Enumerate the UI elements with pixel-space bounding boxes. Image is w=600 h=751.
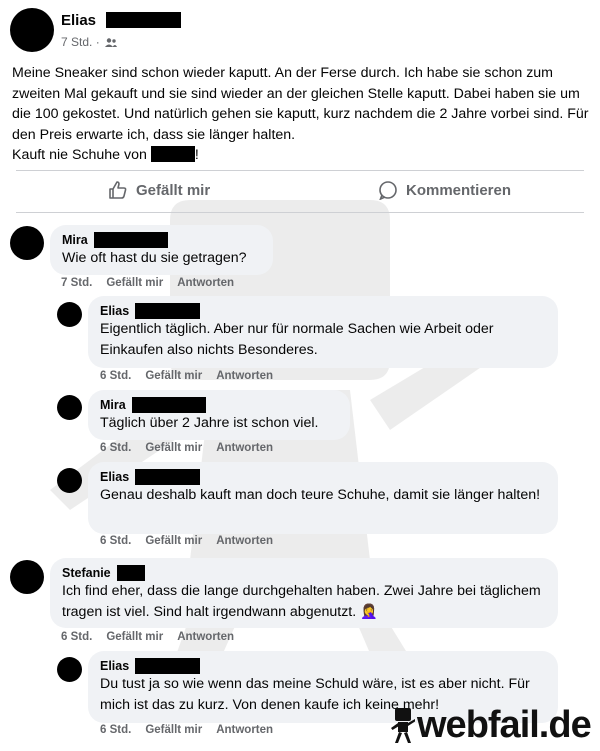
comment-text: Wie oft hast du sie getragen?: [62, 250, 247, 266]
redacted-brand: [150, 145, 195, 162]
reply-like-link[interactable]: Gefällt mir: [145, 442, 202, 454]
reply-reply-link[interactable]: Antworten: [216, 442, 273, 454]
comment-avatar[interactable]: [10, 560, 44, 594]
comment-like-link[interactable]: Gefällt mir: [106, 277, 163, 289]
reply-reply-link[interactable]: Antworten: [216, 724, 273, 736]
comment-text: Ich find eher, dass die lange durchgehal…: [62, 583, 541, 620]
like-button[interactable]: Gefällt mir: [108, 180, 210, 200]
comment-time[interactable]: 7 Std.: [61, 277, 92, 289]
reply-time[interactable]: 6 Std.: [100, 724, 131, 736]
reply-reply-link[interactable]: Antworten: [216, 370, 273, 382]
redacted-surname: [135, 303, 201, 319]
comment-reply-link[interactable]: Antworten: [177, 277, 234, 289]
comment-bubble-icon: [379, 181, 397, 200]
post-action-bar: Gefällt mir Kommentieren: [16, 170, 584, 213]
reply-avatar[interactable]: [57, 468, 82, 493]
reply-time[interactable]: 6 Std.: [100, 535, 131, 547]
reply-author[interactable]: Elias: [100, 469, 546, 485]
post-last-line-prefix: Kauft nie Schuhe von: [12, 147, 147, 163]
redacted-surname: [106, 11, 182, 28]
reply-reply-link[interactable]: Antworten: [216, 535, 273, 547]
redacted-surname: [131, 397, 206, 413]
post-author-avatar[interactable]: [10, 8, 54, 52]
friends-audience-icon: [105, 38, 118, 48]
comment-bubble: Stefanie Ich find eher, dass die lange d…: [50, 558, 558, 628]
post-author-label[interactable]: Elias: [61, 12, 96, 29]
webfail-logo: webfail.de: [391, 704, 592, 747]
reply-bubble: Mira Täglich über 2 Jahre ist schon viel…: [88, 390, 350, 440]
comment-meta: 7 Std. Gefällt mir Antworten: [61, 277, 248, 289]
reply-like-link[interactable]: Gefällt mir: [145, 535, 202, 547]
redacted-surname: [116, 565, 145, 581]
post-meta: 7 Std. ·: [61, 35, 118, 49]
comment-meta: 6 Std. Gefällt mir Antworten: [61, 631, 248, 643]
redacted-surname: [135, 658, 201, 674]
reply-meta: 6 Std. Gefällt mir Antworten: [100, 535, 287, 547]
post-timestamp[interactable]: 7 Std. ·: [61, 35, 100, 49]
reply-time[interactable]: 6 Std.: [100, 442, 131, 454]
reply-author[interactable]: Elias: [100, 658, 546, 674]
comment-button-label: Kommentieren: [406, 181, 512, 199]
reply-meta: 6 Std. Gefällt mir Antworten: [100, 724, 287, 736]
reply-meta: 6 Std. Gefällt mir Antworten: [100, 370, 287, 382]
reply-meta: 6 Std. Gefällt mir Antworten: [100, 442, 287, 454]
reply-author[interactable]: Mira: [100, 397, 338, 413]
comment-reply-link[interactable]: Antworten: [177, 631, 234, 643]
reply-bubble: Elias Genau deshalb kauft man doch teure…: [88, 462, 558, 534]
post-last-line-suffix: !: [194, 147, 199, 163]
post-body: Meine Sneaker sind schon wieder kaputt. …: [12, 63, 590, 166]
comment-button[interactable]: Kommentieren: [378, 180, 511, 200]
reply-text: Täglich über 2 Jahre ist schon viel.: [100, 415, 319, 431]
redacted-surname: [135, 469, 201, 485]
comment-like-link[interactable]: Gefällt mir: [106, 631, 163, 643]
like-button-label: Gefällt mir: [136, 181, 211, 199]
comment-bubble: Mira Wie oft hast du sie getragen?: [50, 225, 273, 275]
comment-author[interactable]: Mira: [62, 232, 261, 248]
webfail-wordmark: webfail.de: [417, 704, 592, 746]
post-text: Meine Sneaker sind schon wieder kaputt. …: [12, 65, 589, 143]
reply-text: Genau deshalb kauft man doch teure Schuh…: [100, 487, 541, 503]
reply-text: Eigentlich täglich. Aber nur für normale…: [100, 321, 494, 358]
reply-bubble: Elias Eigentlich täglich. Aber nur für n…: [88, 296, 558, 368]
redacted-surname: [93, 232, 168, 248]
thumbs-up-icon: [109, 181, 127, 199]
reply-avatar[interactable]: [57, 395, 82, 420]
reply-avatar[interactable]: [57, 302, 82, 327]
comment-avatar[interactable]: [10, 226, 44, 260]
reply-avatar[interactable]: [57, 657, 82, 682]
reply-like-link[interactable]: Gefällt mir: [145, 370, 202, 382]
reply-time[interactable]: 6 Std.: [100, 370, 131, 382]
comment-author[interactable]: Stefanie: [62, 565, 546, 581]
post-author-name[interactable]: Elias: [61, 11, 182, 29]
post-last-line: Kauft nie Schuhe von !: [12, 145, 590, 166]
comment-time[interactable]: 6 Std.: [61, 631, 92, 643]
reply-author[interactable]: Elias: [100, 303, 546, 319]
reply-like-link[interactable]: Gefällt mir: [145, 724, 202, 736]
webfail-mascot-icon: [391, 707, 415, 743]
